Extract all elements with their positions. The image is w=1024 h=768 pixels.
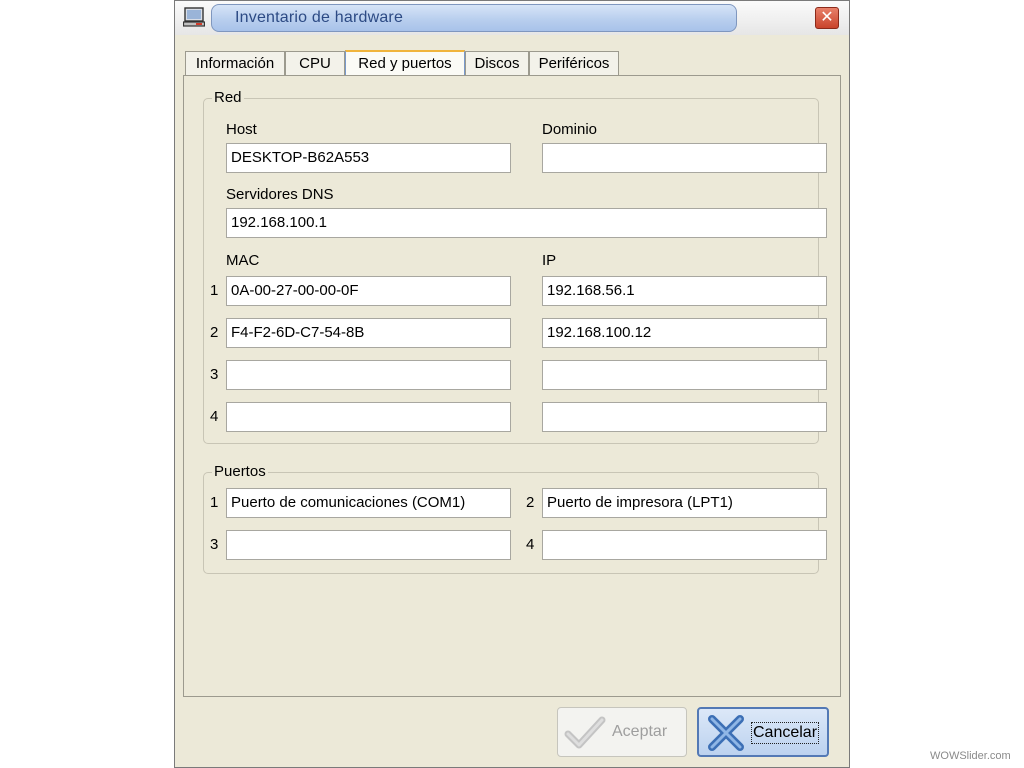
ip-label: IP (542, 252, 557, 269)
x-mark-icon (708, 715, 744, 751)
window-title: Inventario de hardware (235, 9, 404, 26)
accept-button[interactable]: Aceptar (557, 707, 687, 757)
dns-field[interactable]: 192.168.100.1 (226, 208, 827, 238)
row-number: 2 (210, 324, 219, 341)
red-group-label: Red (212, 89, 244, 106)
port-number: 2 (526, 494, 535, 511)
cancel-button-label: Cancelar (750, 722, 820, 744)
row-number: 3 (210, 366, 219, 383)
dialog-window: Inventario de hardware ✕ Información CPU… (174, 0, 850, 768)
port-number: 4 (526, 536, 535, 553)
port-field-3[interactable] (226, 530, 511, 560)
ip-field-3[interactable] (542, 360, 827, 390)
mac-field-4[interactable] (226, 402, 511, 432)
title-bar[interactable]: Inventario de hardware ✕ (175, 1, 849, 35)
port-number: 1 (210, 494, 219, 511)
tab-panel: Red Host DESKTOP-B62A553 Dominio Servido… (183, 75, 841, 697)
puertos-group-label: Puertos (212, 463, 268, 480)
ip-field-1[interactable]: 192.168.56.1 (542, 276, 827, 306)
accept-button-label: Aceptar (612, 723, 668, 740)
tab-informacion[interactable]: Información (185, 51, 285, 75)
tab-cpu[interactable]: CPU (285, 51, 345, 75)
mac-label: MAC (226, 252, 260, 269)
mac-field-1[interactable]: 0A-00-27-00-00-0F (226, 276, 511, 306)
tab-red-y-puertos[interactable]: Red y puertos (345, 50, 465, 76)
domain-field[interactable] (542, 143, 827, 173)
tab-perifericos[interactable]: Periféricos (529, 51, 619, 75)
host-field[interactable]: DESKTOP-B62A553 (226, 143, 511, 173)
row-number: 4 (210, 408, 219, 425)
port-field-4[interactable] (542, 530, 827, 560)
port-number: 3 (210, 536, 219, 553)
cancel-button[interactable]: Cancelar (697, 707, 829, 757)
row-number: 1 (210, 282, 219, 299)
tab-discos[interactable]: Discos (465, 51, 529, 75)
checkmark-icon (564, 716, 606, 749)
close-icon: ✕ (820, 9, 834, 26)
mac-field-2[interactable]: F4-F2-6D-C7-54-8B (226, 318, 511, 348)
port-field-2[interactable]: Puerto de impresora (LPT1) (542, 488, 827, 518)
host-label: Host (226, 121, 257, 138)
close-button[interactable]: ✕ (815, 7, 839, 29)
port-field-1[interactable]: Puerto de comunicaciones (COM1) (226, 488, 511, 518)
ip-field-4[interactable] (542, 402, 827, 432)
watermark: WOWSlider.com (930, 750, 1011, 762)
domain-label: Dominio (542, 121, 598, 138)
dns-label: Servidores DNS (226, 186, 334, 203)
computer-icon (183, 7, 205, 27)
ip-field-2[interactable]: 192.168.100.12 (542, 318, 827, 348)
mac-field-3[interactable] (226, 360, 511, 390)
